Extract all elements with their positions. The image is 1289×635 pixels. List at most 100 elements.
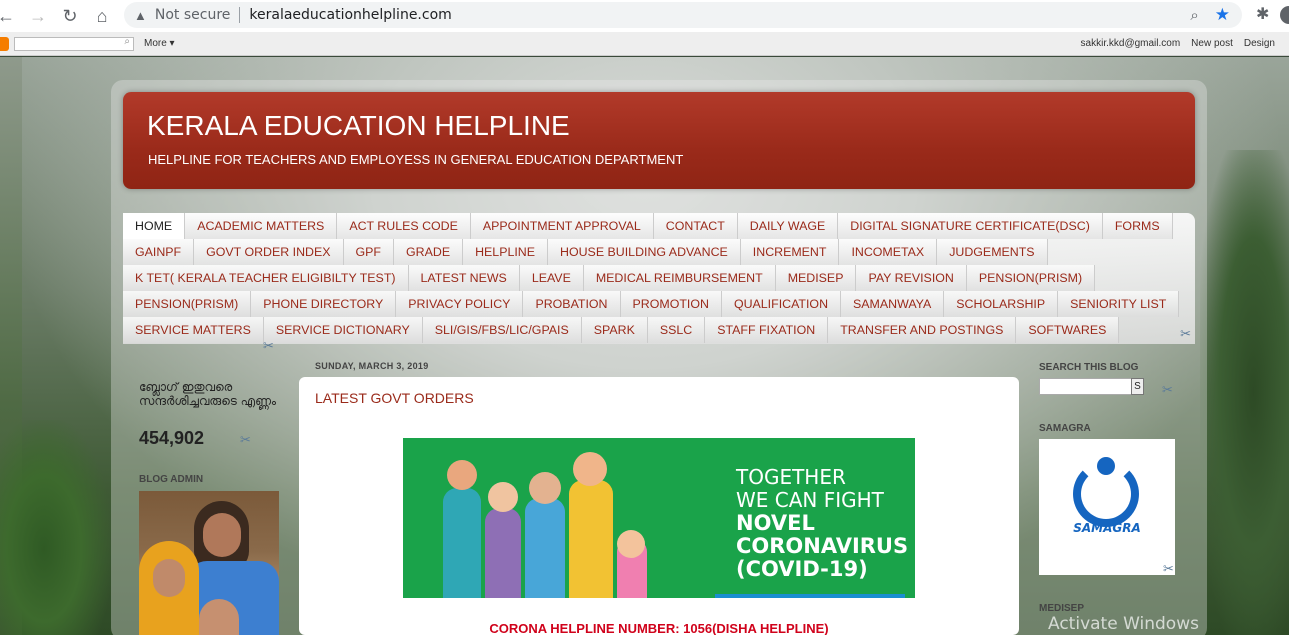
post-title[interactable]: LATEST GOVT ORDERS [315,390,474,406]
tab-medical-reimbursement[interactable]: MEDICAL REIMBURSEMENT [583,265,776,291]
figure-body [525,498,565,598]
tab-seniority-list[interactable]: SENIORITY LIST [1058,291,1180,317]
omnibox-actions: ⌕ ★ [1190,5,1230,25]
tab-privacy-policy[interactable]: PRIVACY POLICY [396,291,524,317]
tab-softwares[interactable]: SOFTWARES [1016,317,1120,343]
activate-windows-watermark: Activate Windows [1048,614,1199,634]
zoom-icon[interactable]: ⌕ [1190,7,1198,24]
address-bar[interactable]: ▲ Not secure keralaeducationhelpline.com… [124,2,1242,28]
back-icon[interactable]: ← [0,2,20,30]
tab-latest-news[interactable]: LATEST NEWS [408,265,520,291]
tab-row-4: PENSION(PRISM) PHONE DIRECTORY PRIVACY P… [123,291,1195,317]
tab-row-2: GAINPF GOVT ORDER INDEX GPF GRADE HELPLI… [123,239,1195,265]
extensions-icon[interactable]: ✱ [1256,4,1269,24]
tab-spark[interactable]: SPARK [581,317,648,343]
tab-increment[interactable]: INCREMENT [740,239,840,265]
edit-wrench-icon[interactable]: ✂ [1162,382,1173,398]
edit-wrench-icon[interactable]: ✂ [1180,326,1191,342]
tab-qualification[interactable]: QUALIFICATION [721,291,842,317]
tab-pension-prism[interactable]: PENSION(PRISM) [966,265,1096,291]
navbar-search-input[interactable]: ⌕ [14,36,134,51]
navbar-more-menu[interactable]: More ▾ [144,38,175,49]
tab-probation[interactable]: PROBATION [523,291,621,317]
background-trees-right [1200,150,1289,635]
reload-icon[interactable]: ↻ [56,2,84,30]
tab-act-rules-code[interactable]: ACT RULES CODE [337,213,471,239]
home-icon[interactable]: ⌂ [88,2,116,30]
blog-title[interactable]: KERALA EDUCATION HELPLINE [147,110,570,142]
tab-house-building-advance[interactable]: HOUSE BUILDING ADVANCE [548,239,741,265]
visitor-counter-label: ബ്ലോഗ് ഇതുവരെ സന്ദർശിച്ചവരുടെ എണ്ണം [139,380,277,408]
tab-leave[interactable]: LEAVE [519,265,584,291]
tab-transfer-postings[interactable]: TRANSFER AND POSTINGS [828,317,1017,343]
tab-sli-gis[interactable]: SLI/GIS/FBS/LIC/GPAIS [422,317,582,343]
not-secure-label: Not secure [154,7,231,23]
photo-child [199,599,239,635]
banner-line: NOVEL [736,511,815,535]
tab-promotion[interactable]: PROMOTION [620,291,722,317]
tab-pension-prism-2[interactable]: PENSION(PRISM) [123,291,252,317]
search-icon[interactable]: ⌕ [124,36,130,47]
medisep-label: MEDISEP [1039,603,1085,614]
tab-incometax[interactable]: INCOMETAX [839,239,938,265]
navbar-right-links: sakkir.kkd@gmail.com New post Design [1081,38,1275,49]
navbar-new-post[interactable]: New post [1191,38,1233,49]
forward-icon[interactable]: → [24,2,52,30]
tab-service-matters[interactable]: SERVICE MATTERS [123,317,264,343]
tab-forms[interactable]: FORMS [1102,213,1173,239]
edit-wrench-icon[interactable]: ✂ [263,338,274,354]
covid-banner-image[interactable]: TOGETHER WE CAN FIGHT NOVEL CORONAVIRUS … [403,438,915,598]
tab-gpf[interactable]: GPF [343,239,395,265]
corona-helpline-text: CORONA HELPLINE NUMBER: 1056(DISHA HELPL… [489,621,829,635]
tab-medisep[interactable]: MEDISEP [775,265,857,291]
banner-text: TOGETHER WE CAN FIGHT NOVEL CORONAVIRUS … [736,466,908,581]
edit-wrench-icon[interactable]: ✂ [1163,561,1174,577]
samagra-logo[interactable]: SAMAGRA [1039,439,1175,575]
figure-head [529,472,561,504]
tab-grade[interactable]: GRADE [394,239,464,265]
admin-photo[interactable] [139,491,279,635]
figure-body [443,488,481,598]
tab-staff-fixation[interactable]: STAFF FIXATION [705,317,829,343]
blog-admin-label: BLOG ADMIN [139,474,204,485]
banner-bar [715,594,905,598]
figure-head [488,482,518,512]
tab-sslc[interactable]: SSLC [647,317,706,343]
tab-academic-matters[interactable]: ACADEMIC MATTERS [185,213,338,239]
figure-head [573,452,607,486]
blog-search-button[interactable]: S [1131,378,1144,395]
blogger-icon[interactable] [0,37,9,51]
tab-gainpf[interactable]: GAINPF [123,239,195,265]
tab-daily-wage[interactable]: DAILY WAGE [737,213,839,239]
bookmark-star-icon[interactable]: ★ [1215,5,1230,25]
tab-home[interactable]: HOME [123,213,186,239]
banner-line: TOGETHER [736,465,846,489]
tab-pay-revision[interactable]: PAY REVISION [856,265,967,291]
blog-search-input[interactable] [1039,378,1132,395]
photo-face [203,513,241,557]
figure-body [569,480,613,598]
tab-contact[interactable]: CONTACT [653,213,738,239]
navbar-email[interactable]: sakkir.kkd@gmail.com [1081,38,1181,49]
edit-wrench-icon[interactable]: ✂ [240,432,251,448]
tab-digital-signature[interactable]: DIGITAL SIGNATURE CERTIFICATE(DSC) [838,213,1103,239]
blog-description: HELPLINE FOR TEACHERS AND EMPLOYESS IN G… [148,152,684,167]
profile-icon[interactable] [1280,6,1289,24]
url-text[interactable]: keralaeducationhelpline.com [249,7,451,23]
left-sidebar: ✂ ബ്ലോഗ് ഇതുവരെ സന്ദർശിച്ചവരുടെ എണ്ണം 45… [123,338,288,635]
tab-row-1: HOME ACADEMIC MATTERS ACT RULES CODE APP… [123,213,1195,239]
browser-toolbar: ← → ↻ ⌂ ▲ Not secure keralaeducationhelp… [0,0,1289,32]
tab-phone-directory[interactable]: PHONE DIRECTORY [251,291,397,317]
tab-govt-order-index[interactable]: GOVT ORDER INDEX [194,239,344,265]
tab-appointment-approval[interactable]: APPOINTMENT APPROVAL [470,213,654,239]
navbar-design[interactable]: Design [1244,38,1275,49]
tab-ktet[interactable]: K TET( KERALA TEACHER ELIGIBILTY TEST) [123,265,409,291]
tab-judgements[interactable]: JUDGEMENTS [937,239,1048,265]
visitor-counter: 454,902 [139,428,205,448]
tab-scholarship[interactable]: SCHOLARSHIP [944,291,1059,317]
tab-service-dictionary[interactable]: SERVICE DICTIONARY [263,317,423,343]
samagra-logo-text: SAMAGRA [1073,521,1141,535]
tab-helpline[interactable]: HELPLINE [463,239,549,265]
blogger-navbar: ⌕ More ▾ sakkir.kkd@gmail.com New post D… [0,32,1289,56]
tab-samanwaya[interactable]: SAMANWAYA [841,291,945,317]
